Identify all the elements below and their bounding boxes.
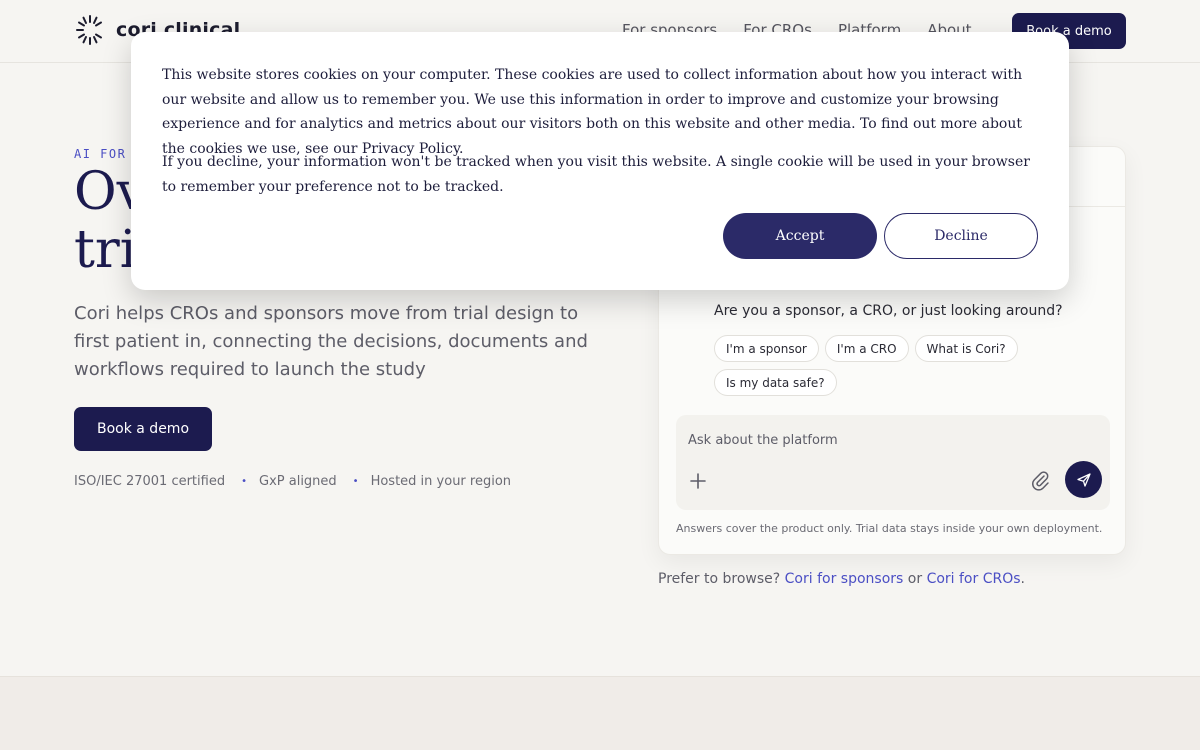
browse-suffix: . — [1020, 571, 1025, 587]
send-icon — [1076, 472, 1091, 487]
next-section — [0, 676, 1200, 750]
send-message-button[interactable] — [1065, 461, 1102, 498]
chip-cro[interactable]: I'm a CRO — [824, 335, 909, 362]
cookie-decline-button[interactable]: Decline — [884, 213, 1038, 259]
chip-what-is-cori[interactable]: What is Cori? — [914, 335, 1018, 362]
plus-icon — [690, 473, 706, 489]
trust-separator: • — [352, 476, 359, 487]
chip-sponsor[interactable]: I'm a sponsor — [714, 335, 819, 362]
cookie-text-main: This website stores cookies on your comp… — [162, 67, 1023, 157]
link-cori-for-cros[interactable]: Cori for CROs — [927, 571, 1021, 587]
browse-prefix: Prefer to browse? — [658, 571, 781, 587]
trust-item-region: Hosted in your region — [370, 474, 512, 489]
cookie-text-decline-info: If you decline, your information won't b… — [162, 154, 1030, 195]
cookie-consent-dialog: This website stores cookies on your comp… — [131, 32, 1069, 290]
trust-separator: • — [241, 476, 247, 487]
cookie-accept-button[interactable]: Accept — [723, 213, 877, 259]
trust-item-iso: ISO/IEC 27001 certified — [74, 474, 226, 489]
hero-eyebrow: AI FOR — [74, 147, 127, 161]
chat-input[interactable] — [688, 429, 1088, 451]
hero-title-line-2: tri — [74, 220, 137, 280]
attach-file-button[interactable] — [1028, 469, 1052, 493]
chip-data-safe[interactable]: Is my data safe? — [714, 369, 837, 396]
browse-or: or — [907, 571, 923, 587]
hero-subtitle: Cori helps CROs and sponsors move from t… — [74, 303, 588, 380]
hero-book-demo-button[interactable]: Book a demo — [74, 407, 212, 451]
chat-composer — [676, 415, 1110, 510]
logo-spinner-icon — [76, 15, 102, 45]
trust-badges: ISO/IEC 27001 certified • GxP aligned • … — [74, 474, 511, 489]
paperclip-icon — [1032, 471, 1049, 491]
browse-links: Prefer to browse? Cori for sponsors or C… — [658, 571, 1025, 587]
trust-item-gxp: GxP aligned — [259, 474, 337, 489]
bot-question: Are you a sponsor, a CRO, or just lookin… — [714, 303, 1063, 319]
chat-disclaimer: Answers cover the product only. Trial da… — [676, 522, 1103, 535]
link-cori-for-sponsors[interactable]: Cori for sponsors — [785, 571, 904, 587]
suggestion-chips: I'm a sponsor I'm a CRO What is Cori? Is… — [714, 335, 1074, 396]
add-attachment-button[interactable] — [686, 469, 710, 493]
